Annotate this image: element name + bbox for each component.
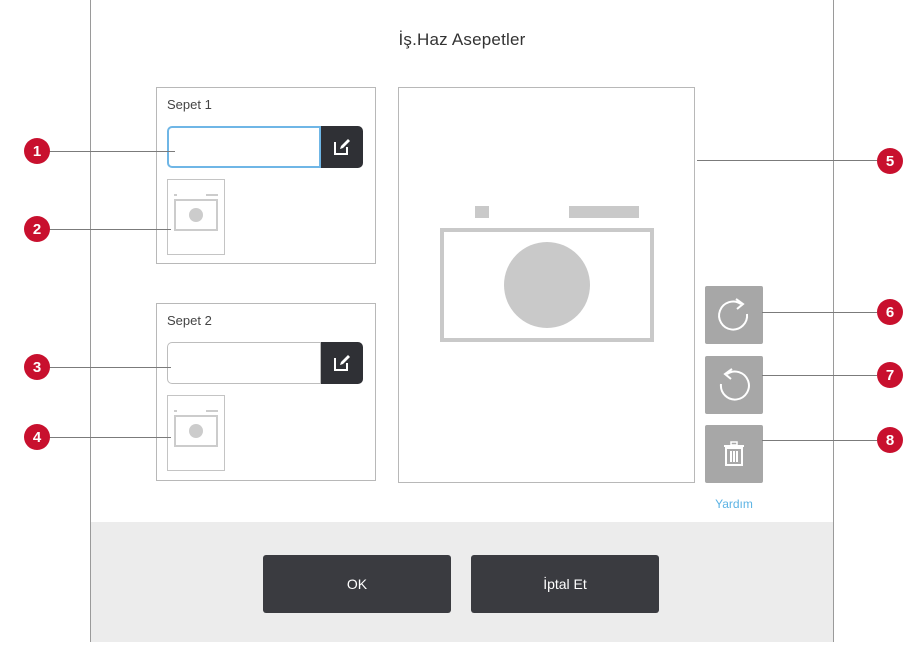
basket-2-label: Sepet 2 [167, 313, 212, 328]
callout-3: 3 [24, 354, 50, 380]
basket-preview-panel [398, 87, 695, 483]
callout-1: 1 [24, 138, 50, 164]
help-link[interactable]: Yardım [703, 497, 765, 511]
delete-button[interactable] [705, 425, 763, 483]
basket-dialog: İş.Haz Asepetler Sepet 1 Sepet 2 Yardım … [90, 0, 834, 642]
trash-icon [724, 441, 744, 466]
callout-5: 5 [877, 148, 903, 174]
dialog-footer: OK İptal Et [91, 522, 833, 642]
basket-1-thumbnail[interactable] [167, 179, 225, 255]
basket-thumbnail-image [174, 194, 218, 231]
callout-1-line [47, 151, 175, 152]
callout-7: 7 [877, 362, 903, 388]
callout-6: 6 [877, 299, 903, 325]
basket-1-panel: Sepet 1 [156, 87, 376, 264]
callout-5-line [697, 160, 877, 161]
basket-2-edit-button[interactable] [321, 342, 363, 384]
rotate-clockwise-icon [718, 298, 749, 331]
basket-1-label: Sepet 1 [167, 97, 212, 112]
basket-preview-image [440, 206, 654, 342]
basket-2-name-input[interactable] [167, 342, 321, 384]
basket-2-thumbnail[interactable] [167, 395, 225, 471]
basket-1-name-input[interactable] [167, 126, 321, 168]
callout-6-line [762, 312, 877, 313]
callout-7-line [762, 375, 877, 376]
callout-8-line [762, 440, 877, 441]
rotate-counterclockwise-button[interactable] [705, 356, 763, 414]
callout-4: 4 [24, 424, 50, 450]
basket-1-edit-button[interactable] [321, 126, 363, 168]
callout-8: 8 [877, 427, 903, 453]
callout-4-line [47, 437, 171, 438]
callout-2-line [47, 229, 171, 230]
basket-2-panel: Sepet 2 [156, 303, 376, 481]
rotate-clockwise-button[interactable] [705, 286, 763, 344]
basket-thumbnail-image [174, 410, 218, 447]
cancel-button[interactable]: İptal Et [471, 555, 659, 613]
pencil-square-icon [334, 355, 350, 371]
pencil-square-icon [334, 139, 350, 155]
rotate-counterclockwise-icon [719, 368, 750, 401]
callout-2: 2 [24, 216, 50, 242]
callout-3-line [47, 367, 171, 368]
dialog-title: İş.Haz Asepetler [398, 30, 526, 49]
ok-button[interactable]: OK [263, 555, 451, 613]
